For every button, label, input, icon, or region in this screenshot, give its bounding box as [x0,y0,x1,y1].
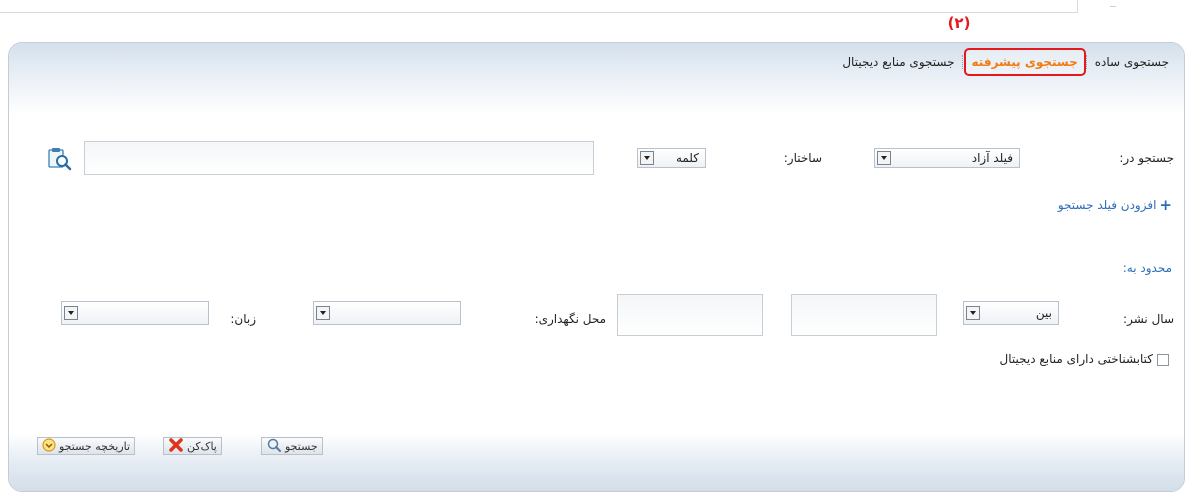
limited-to-label: محدود به: [1122,261,1172,275]
search-history-label: تاریخچه جستجو [59,439,131,453]
chevron-down-icon [877,151,891,165]
digital-resources-label: کتابشناختی دارای منابع دیجیتال [999,352,1153,366]
year-to-input[interactable] [791,294,937,336]
search-query-input[interactable] [84,141,594,175]
chevron-down-icon [64,306,78,320]
document-search-icon[interactable] [46,146,72,176]
search-in-label: جستجو در: [1119,151,1174,165]
language-label: زبان: [230,312,256,326]
search-tabs: جستجوی ساده جستجوی پیشرفته جستجوی منابع … [835,45,1176,79]
chevron-down-icon [42,437,56,455]
chevron-down-icon [640,151,654,165]
close-icon [168,437,184,455]
publish-year-mode-select[interactable]: بین [963,301,1059,325]
tab-advanced-search[interactable]: جستجوی پیشرفته [963,48,1086,76]
location-select[interactable] [313,301,461,325]
search-in-value: فیلد آزاد [971,151,1013,165]
tab-simple-search[interactable]: جستجوی ساده [1088,55,1176,69]
language-select[interactable] [61,301,209,325]
annotation-marker: (۲) [947,14,971,32]
year-from-input[interactable] [617,294,763,336]
structure-value: کلمه [675,151,699,165]
add-search-field-link[interactable]: + افزودن فیلد جستجو [1057,196,1172,214]
plus-icon: + [1159,196,1172,214]
location-label: محل نگهداری: [534,312,606,326]
clear-label: پاک‌کن [187,439,217,453]
chevron-down-icon [966,306,980,320]
structure-select[interactable]: کلمه [637,148,706,168]
search-button[interactable]: جستجو [261,437,323,455]
top-divider [1110,6,1116,7]
search-panel: جستجوی ساده جستجوی پیشرفته جستجوی منابع … [8,42,1185,492]
digital-resources-checkbox[interactable] [1157,354,1169,366]
search-label: جستجو [285,439,318,453]
clear-button[interactable]: پاک‌کن [163,437,222,455]
search-icon [266,438,282,455]
add-search-field-label: افزودن فیلد جستجو [1057,198,1157,212]
publish-year-label: سال نشر: [1123,312,1174,326]
chevron-down-icon [316,306,330,320]
tab-digital-search[interactable]: جستجوی منابع دیجیتال [835,55,961,69]
structure-label: ساختار: [783,151,822,165]
search-history-button[interactable]: تاریخچه جستجو [37,437,136,455]
search-in-select[interactable]: فیلد آزاد [874,148,1020,168]
publish-year-mode-value: بین [1035,306,1052,320]
top-frame-edge [0,0,1078,13]
